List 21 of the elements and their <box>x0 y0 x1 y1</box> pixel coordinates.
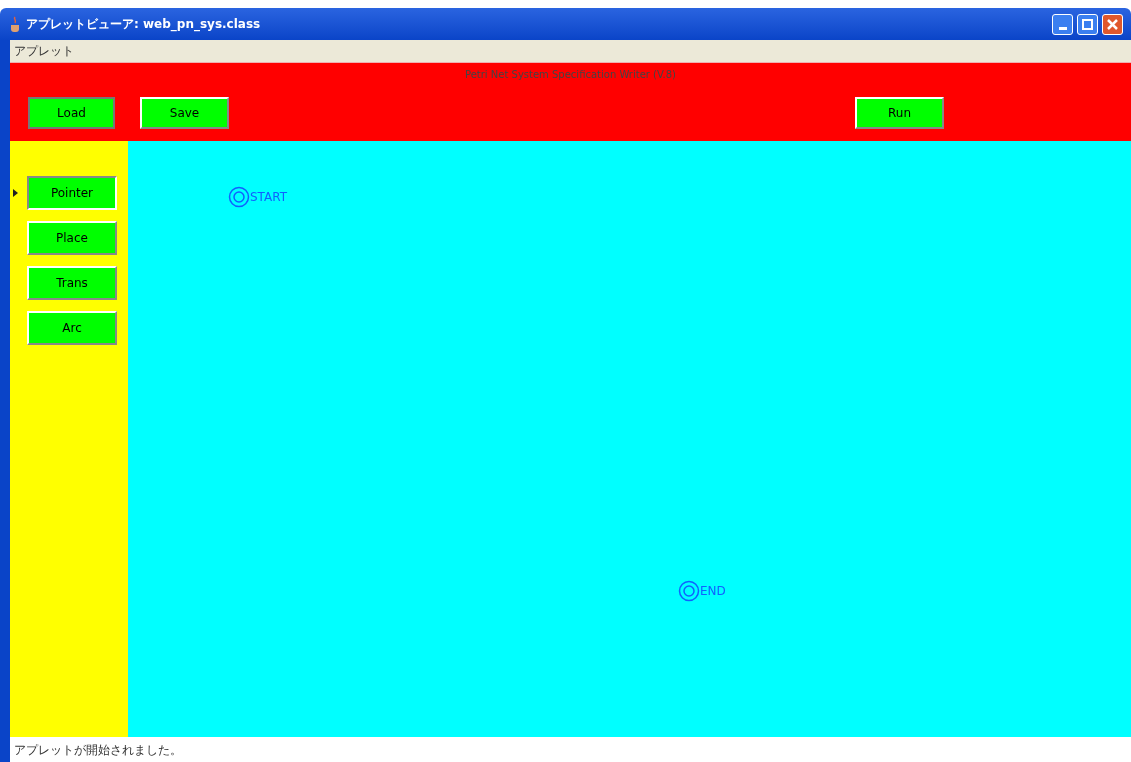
window-title: アプレットビューア: web_pn_sys.class <box>26 16 262 33</box>
save-button[interactable]: Save <box>140 97 229 129</box>
close-button[interactable] <box>1102 13 1123 35</box>
place-node-icon <box>678 580 700 602</box>
maximize-icon <box>1082 18 1093 30</box>
node-label: END <box>700 583 726 600</box>
tool-button[interactable]: Arc <box>27 311 117 345</box>
node-label: START <box>250 189 288 206</box>
app-title: Petri Net System Specification Writer (V.8) <box>464 68 677 82</box>
tool-button[interactable]: Place <box>27 221 117 255</box>
tool-button[interactable]: Trans <box>27 266 117 300</box>
place-node-icon <box>228 186 250 208</box>
minimize-button[interactable] <box>1052 13 1073 35</box>
close-icon <box>1107 18 1118 30</box>
load-button[interactable]: Load <box>28 97 115 129</box>
java-cup-icon <box>8 16 22 32</box>
minimize-icon <box>1058 26 1067 30</box>
maximize-button[interactable] <box>1077 13 1098 35</box>
tool-button[interactable]: Pointer <box>27 176 117 210</box>
menu-item[interactable]: アプレット <box>10 42 78 60</box>
run-button[interactable]: Run <box>855 97 944 129</box>
